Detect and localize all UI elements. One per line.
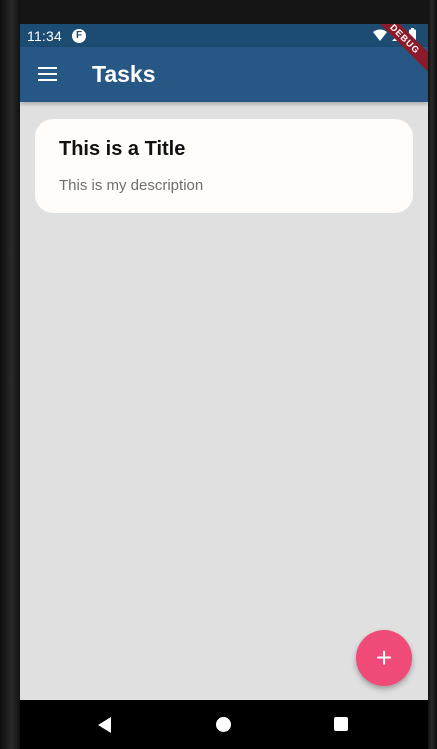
add-task-button[interactable]: +: [356, 630, 412, 686]
app-title: Tasks: [92, 61, 156, 87]
status-time: 11:34: [27, 27, 62, 44]
task-description: This is my description: [59, 177, 204, 194]
wifi-icon: [373, 29, 387, 41]
app-bar: Tasks: [20, 47, 428, 102]
home-icon[interactable]: [216, 717, 231, 732]
device-edge-right: [428, 0, 437, 749]
flutter-notification-icon: F: [72, 28, 86, 43]
recents-icon[interactable]: [334, 717, 348, 731]
device-frame: 11:34 F DEBUG Tasks This is a Title This…: [0, 0, 437, 749]
back-icon[interactable]: [98, 717, 111, 733]
add-icon: +: [375, 642, 393, 673]
device-edge-left: [0, 0, 20, 749]
status-bar: 11:34 F: [20, 24, 428, 47]
system-navigation-bar: [20, 700, 428, 749]
task-card[interactable]: This is a Title This is my description: [35, 119, 413, 213]
menu-icon[interactable]: [38, 67, 58, 81]
task-title: This is a Title: [59, 138, 186, 160]
app-screen: 11:34 F DEBUG Tasks This is a Title This…: [20, 24, 428, 700]
